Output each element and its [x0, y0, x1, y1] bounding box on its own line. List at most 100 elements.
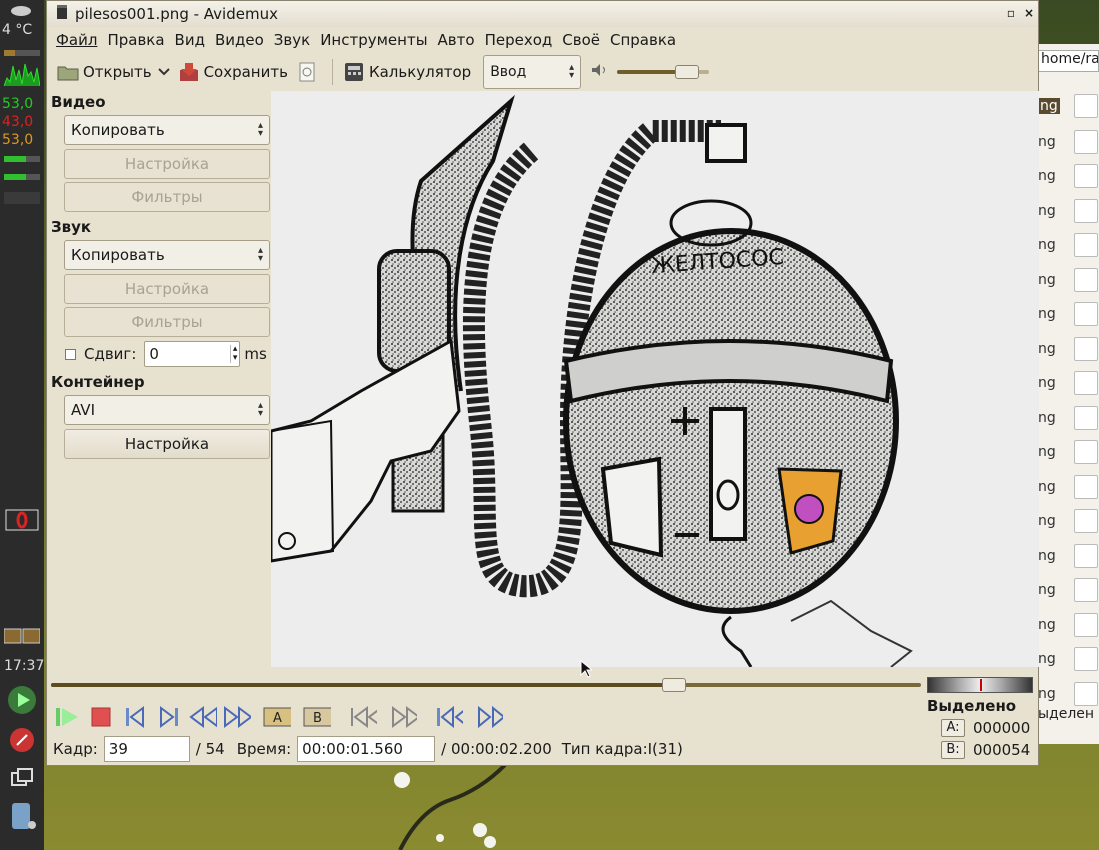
properties-button[interactable] — [292, 57, 326, 87]
background-file-row[interactable]: ng — [1038, 438, 1099, 468]
background-file-row[interactable]: ng — [1038, 162, 1099, 192]
container-format-select[interactable]: AVI ▴ ▾ — [64, 395, 270, 425]
input-mode-value: Ввод — [490, 64, 527, 80]
file-thumbnail-icon — [1074, 302, 1098, 326]
background-file-row[interactable]: ng — [1038, 335, 1099, 365]
background-file-row[interactable]: ng — [1038, 611, 1099, 641]
background-file-row[interactable]: ng — [1038, 473, 1099, 503]
file-thumbnail-icon — [1074, 371, 1098, 395]
calculator-button[interactable]: Калькулятор — [339, 57, 475, 87]
time-input[interactable]: 00:00:01.560 — [297, 736, 436, 762]
background-file-row[interactable]: ng — [1038, 645, 1099, 675]
minimize-button[interactable]: ▫ — [1003, 5, 1019, 21]
background-file-row[interactable]: ng — [1038, 404, 1099, 434]
marker-a-icon: A — [263, 707, 291, 727]
previous-keyframe-button[interactable] — [189, 704, 217, 730]
audio-settings-button[interactable]: Настройка — [64, 274, 270, 304]
background-file-row[interactable]: ng — [1038, 197, 1099, 227]
volume-slider-handle[interactable] — [675, 65, 700, 79]
background-file-row[interactable]: ng — [1038, 92, 1099, 122]
trash-launcher-icon[interactable] — [4, 800, 40, 832]
cpu-value-1: 53,0 — [2, 96, 34, 112]
audio-shift-label: Сдвиг: — [84, 345, 137, 363]
memory-bar — [4, 156, 40, 162]
goto-last-frame-button[interactable] — [475, 704, 503, 730]
run-launcher-icon[interactable] — [4, 684, 40, 716]
set-marker-a-button[interactable]: A — [263, 704, 291, 730]
compass-launcher-icon[interactable] — [4, 724, 40, 756]
volume-slider[interactable] — [617, 63, 711, 81]
file-thumbnail-icon — [1074, 164, 1098, 188]
menu-custom[interactable]: Своё — [557, 31, 605, 49]
file-thumbnail-icon — [1074, 337, 1098, 361]
marker-b-icon: B — [303, 707, 331, 727]
menu-file[interactable]: Файл — [51, 31, 102, 49]
audio-shift-checkbox[interactable] — [65, 348, 76, 360]
audio-codec-select[interactable]: Копировать ▴ ▾ — [64, 240, 270, 270]
stop-button[interactable] — [87, 704, 115, 730]
app-icon — [55, 4, 69, 24]
background-file-row[interactable]: ng — [1038, 542, 1099, 572]
menu-audio[interactable]: Звук — [269, 31, 315, 49]
menu-go[interactable]: Переход — [480, 31, 558, 49]
input-mode-select[interactable]: Ввод ▴ ▾ — [483, 55, 582, 89]
timeline-handle[interactable] — [662, 678, 686, 692]
menu-help[interactable]: Справка — [605, 31, 681, 49]
audio-shift-unit: ms — [244, 345, 267, 363]
menu-edit[interactable]: Правка — [102, 31, 169, 49]
opera-launcher-icon[interactable] — [4, 504, 40, 536]
background-file-row[interactable]: ng — [1038, 369, 1099, 399]
play-button[interactable] — [53, 704, 81, 730]
menu-auto[interactable]: Авто — [433, 31, 480, 49]
file-thumbnail-icon — [1074, 130, 1098, 154]
video-settings-button[interactable]: Настройка — [64, 149, 270, 179]
goto-first-frame-button[interactable] — [435, 704, 463, 730]
goto-marker-a-button[interactable] — [349, 704, 377, 730]
selection-panel: Выделено A: 000000 B: 000054 — [927, 677, 1037, 759]
spin-arrows-icon: ▴ ▾ — [229, 345, 240, 363]
background-file-row[interactable]: ng — [1038, 507, 1099, 537]
save-button[interactable]: Сохранить — [174, 57, 292, 87]
next-frame-icon — [160, 706, 178, 728]
previous-frame-button[interactable] — [121, 704, 149, 730]
desktop-flower-decoration — [380, 760, 510, 850]
timeline-slider[interactable] — [51, 673, 923, 699]
frame-input[interactable]: 39 — [103, 736, 190, 762]
menu-view[interactable]: Вид — [170, 31, 210, 49]
close-button[interactable]: × — [1021, 5, 1037, 21]
audio-shift-input[interactable]: 0 ▴ ▾ — [144, 341, 241, 367]
workspace-switcher-icon[interactable] — [4, 620, 40, 652]
background-file-row[interactable]: ng — [1038, 128, 1099, 158]
video-filters-button[interactable]: Фильтры — [64, 182, 270, 212]
background-file-row[interactable]: ng — [1038, 266, 1099, 296]
updown-arrows-icon: ▴ ▾ — [257, 120, 263, 139]
open-recent-dropdown[interactable] — [156, 57, 174, 87]
background-file-row[interactable]: ng — [1038, 300, 1099, 330]
menu-video[interactable]: Видео — [210, 31, 269, 49]
time-label: Время: — [236, 740, 292, 758]
next-frame-button[interactable] — [155, 704, 183, 730]
marker-a-button[interactable]: A: — [941, 719, 965, 737]
marker-b-button[interactable]: B: — [941, 741, 965, 759]
updown-arrows-icon: ▴ ▾ — [257, 400, 263, 419]
menu-tools[interactable]: Инструменты — [315, 31, 432, 49]
open-button[interactable]: Открыть — [53, 57, 156, 87]
timeline-progress — [51, 683, 674, 687]
video-preview[interactable]: ЖЕЛТОСОС — [271, 91, 1039, 667]
set-marker-b-button[interactable]: B — [303, 704, 331, 730]
title-bar[interactable]: pilesos001.png - Avidemux ▫ × — [47, 1, 1038, 27]
audio-filters-button[interactable]: Фильтры — [64, 307, 270, 337]
next-keyframe-button[interactable] — [223, 704, 251, 730]
file-thumbnail-icon — [1074, 199, 1098, 223]
disk-bar — [4, 192, 40, 204]
background-file-row[interactable]: ng — [1038, 231, 1099, 261]
background-path-field[interactable]: home/rat — [1038, 50, 1099, 72]
file-thumbnail-icon — [1074, 406, 1098, 430]
cpu-value-3: 53,0 — [2, 132, 34, 148]
windows-launcher-icon[interactable] — [4, 762, 40, 794]
background-file-row[interactable]: ng — [1038, 576, 1099, 606]
goto-marker-b-button[interactable] — [389, 704, 417, 730]
video-codec-select[interactable]: Копировать ▴ ▾ — [64, 115, 270, 145]
first-frame-icon — [437, 706, 463, 728]
container-settings-button[interactable]: Настройка — [64, 429, 270, 459]
